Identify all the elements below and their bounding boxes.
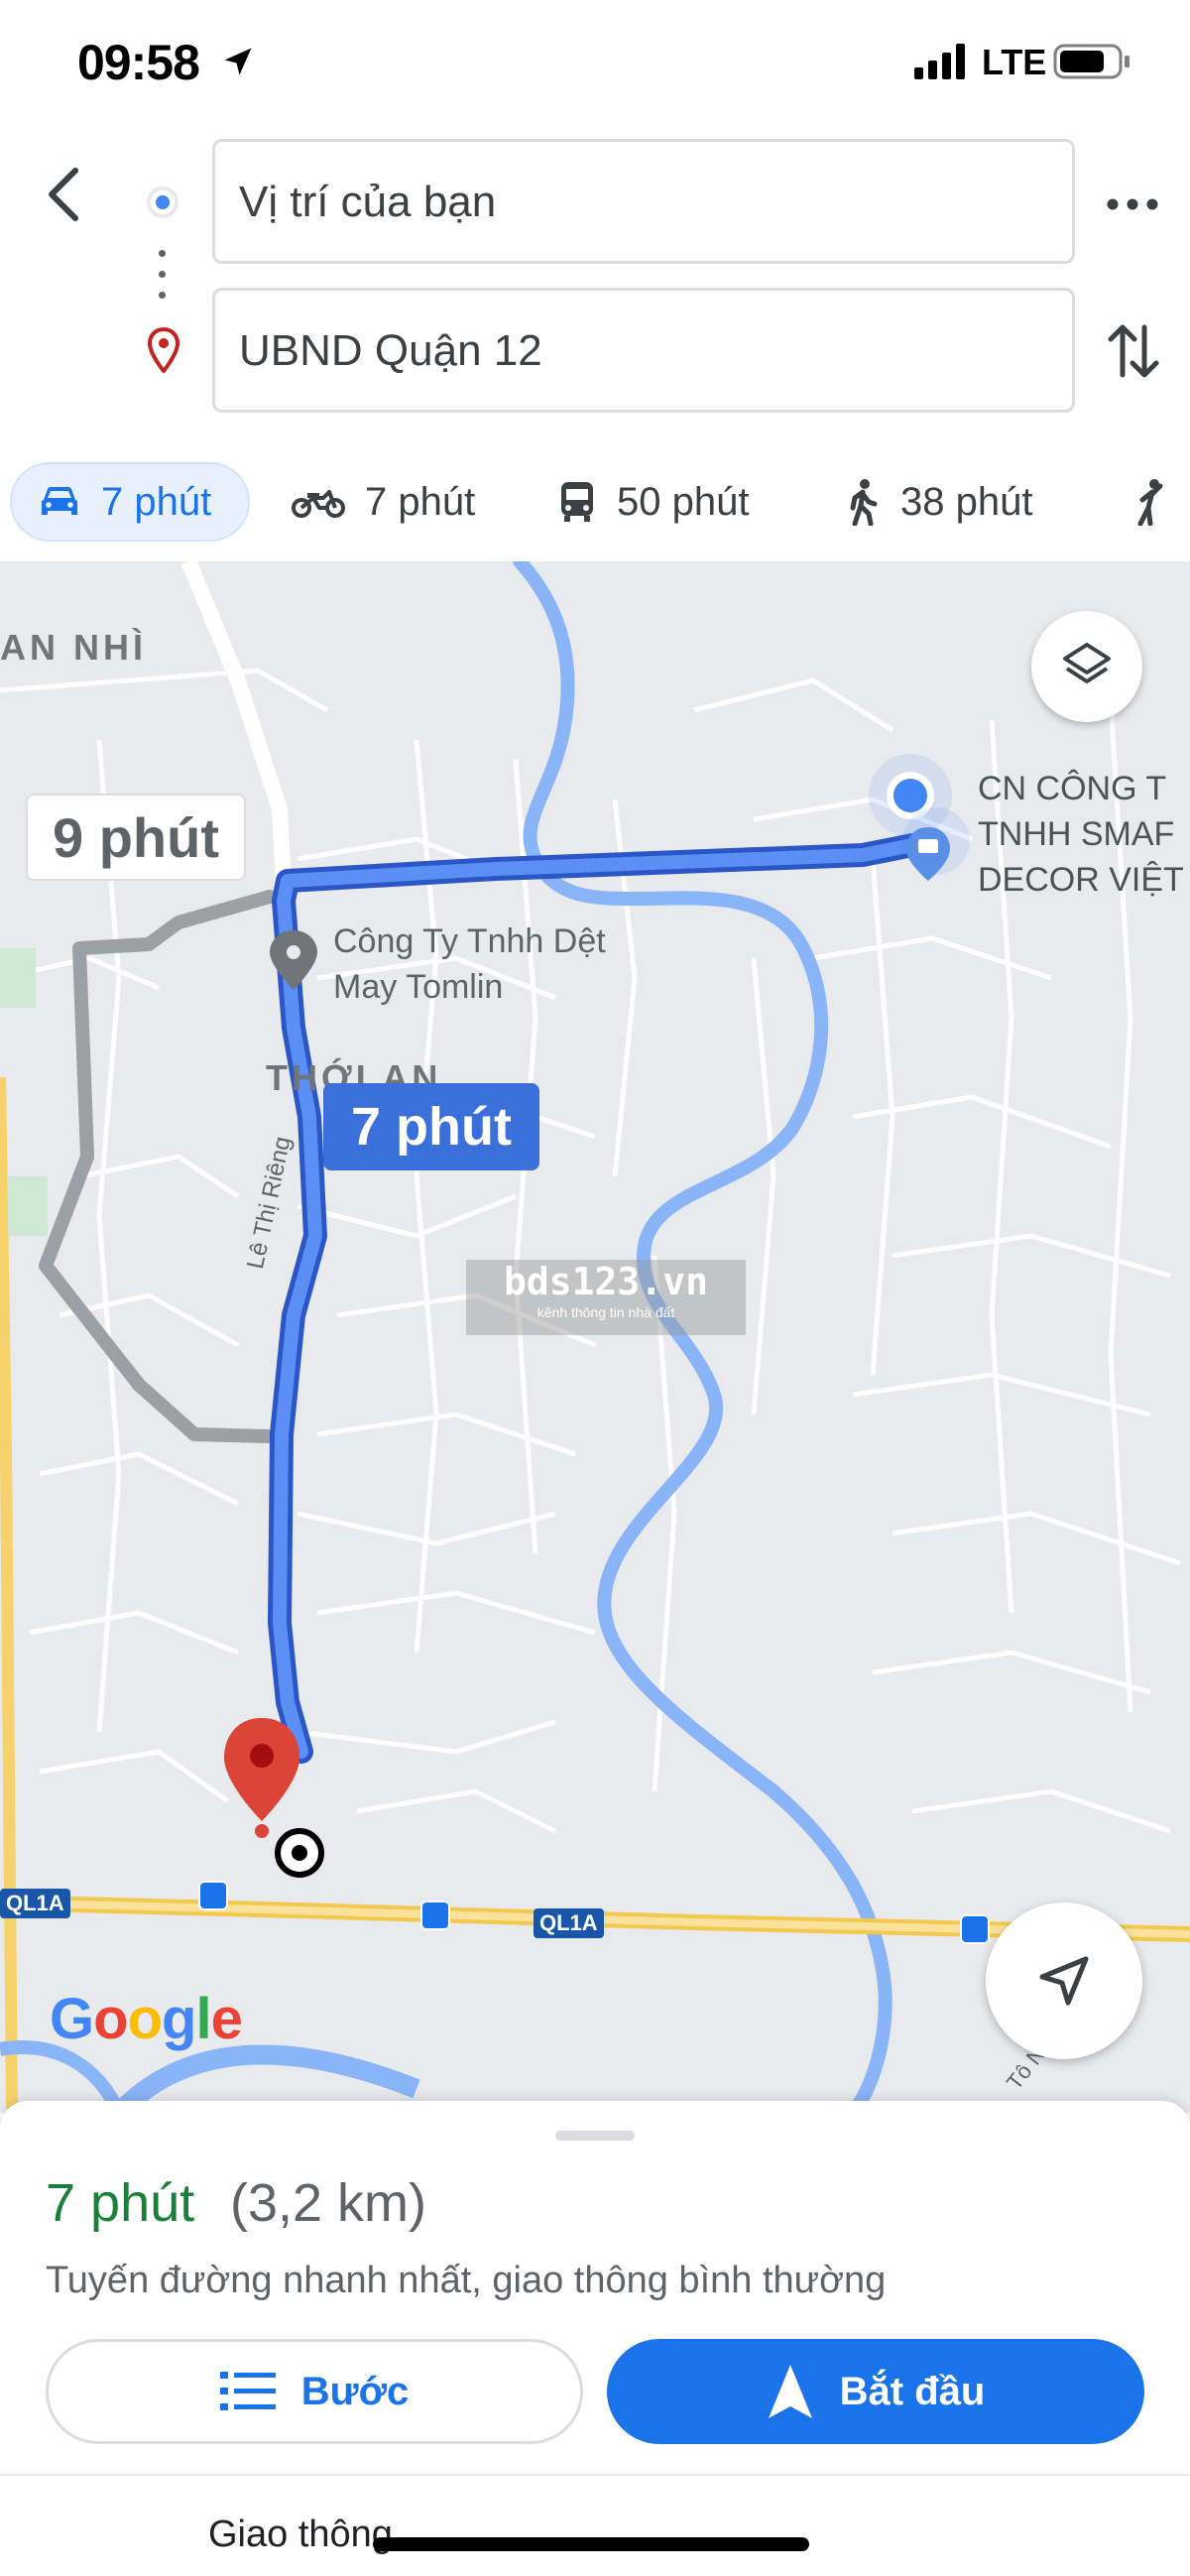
watermark: bds123.vn kênh thông tin nhà đất bbox=[466, 1260, 746, 1335]
carrier-label: LTE bbox=[982, 42, 1047, 82]
traffic-section-label: Giao thông bbox=[208, 2514, 393, 2555]
person-icon bbox=[1137, 479, 1163, 526]
steps-button-label: Bước bbox=[300, 2369, 410, 2413]
back-button[interactable] bbox=[36, 159, 95, 230]
map-layers-button[interactable] bbox=[1031, 611, 1142, 722]
sheet-drag-handle[interactable] bbox=[555, 2131, 635, 2141]
destination-field[interactable]: UBND Quận 12 bbox=[212, 288, 1075, 413]
signal-icon bbox=[914, 44, 965, 79]
list-icon bbox=[219, 2372, 276, 2410]
google-logo-letter: o bbox=[127, 1987, 163, 2051]
steps-button[interactable]: Bước bbox=[46, 2339, 583, 2444]
navigation-arrow-icon bbox=[1039, 1956, 1089, 2006]
tab-walk-label: 38 phút bbox=[900, 479, 1033, 524]
route-bottom-sheet[interactable]: 7 phút (3,2 km) Tuyến đường nhanh nhất, … bbox=[0, 2101, 1190, 2576]
google-logo-letter: o bbox=[93, 1987, 128, 2051]
route-connector-icon bbox=[159, 250, 167, 302]
origin-field-value: Vị trí của bạn bbox=[239, 178, 497, 226]
swap-icon[interactable] bbox=[1105, 315, 1162, 387]
tab-car[interactable]: 7 phút bbox=[10, 462, 250, 542]
sheet-divider bbox=[0, 2474, 1190, 2476]
eta-time: 7 phút bbox=[46, 2173, 195, 2233]
layers-icon bbox=[1063, 643, 1111, 683]
more-options-icon[interactable] bbox=[1101, 175, 1164, 234]
shopping-pin-icon bbox=[902, 807, 970, 881]
bus-stop-icon[interactable] bbox=[198, 1881, 228, 1910]
area-label-an-nhi: AN NHÌ bbox=[0, 627, 147, 668]
google-logo: Google bbox=[50, 1986, 243, 2052]
watermark-sub: kênh thông tin nhà đất bbox=[536, 1304, 675, 1320]
map-view[interactable]: AN NHÌ THỚI AN 9 phút 7 phút Công Ty Tnh… bbox=[0, 561, 1190, 2113]
google-logo-letter: l bbox=[195, 1987, 211, 2051]
start-navigation-button[interactable]: Bắt đầu bbox=[607, 2339, 1144, 2444]
motorbike-icon bbox=[292, 490, 345, 518]
destination-field-value: UBND Quận 12 bbox=[239, 326, 542, 375]
highway-badge: QL1A bbox=[534, 1908, 604, 1938]
watermark-main: bds123.vn bbox=[504, 1260, 708, 1303]
selected-route-time-label[interactable]: 7 phút bbox=[323, 1083, 539, 1170]
location-arrow-icon bbox=[224, 48, 252, 75]
bus-stop-icon[interactable] bbox=[960, 1914, 990, 1944]
navigation-icon bbox=[768, 2365, 812, 2418]
tab-more-modes[interactable] bbox=[1130, 462, 1190, 542]
tab-transit[interactable]: 50 phút bbox=[557, 462, 749, 542]
origin-dot-icon bbox=[147, 186, 178, 218]
poi-label-smart-decor[interactable]: CN CÔNG T TNHH SMAF DECOR VIỆT bbox=[978, 766, 1184, 903]
poi-label-tomlin[interactable]: Công Ty Tnhh Dệt May Tomlin bbox=[333, 919, 606, 1010]
route-description: Tuyến đường nhanh nhất, giao thông bình … bbox=[46, 2260, 887, 2301]
home-indicator[interactable] bbox=[373, 2537, 809, 2551]
battery-icon bbox=[1053, 44, 1130, 79]
tab-transit-label: 50 phút bbox=[617, 479, 750, 524]
origin-field[interactable]: Vị trí của bạn bbox=[212, 139, 1075, 264]
poi-tomlin-line-1: Công Ty Tnhh Dệt bbox=[333, 922, 606, 960]
tab-car-label: 7 phút bbox=[101, 479, 212, 524]
destination-pin-icon bbox=[147, 327, 180, 373]
poi-smart-line-3: DECOR VIỆT bbox=[978, 861, 1184, 899]
poi-smart-line-1: CN CÔNG T bbox=[978, 770, 1167, 807]
poi-smart-line-2: TNHH SMAF bbox=[978, 815, 1175, 853]
alt-route-time-label[interactable]: 9 phút bbox=[26, 794, 246, 881]
google-logo-letter: e bbox=[210, 1987, 243, 2051]
bus-stop-icon[interactable] bbox=[420, 1901, 450, 1930]
google-logo-letter: G bbox=[50, 1987, 94, 2051]
eta-distance: (3,2 km) bbox=[230, 2173, 427, 2233]
google-logo-letter: g bbox=[162, 1987, 196, 2051]
car-icon bbox=[42, 487, 77, 515]
tab-motorbike-label: 7 phút bbox=[365, 479, 476, 524]
start-button-label: Bắt đầu bbox=[839, 2369, 986, 2413]
tab-motorbike[interactable]: 7 phút bbox=[292, 462, 475, 542]
walk-icon bbox=[850, 479, 878, 526]
highway-badge: QL1A bbox=[0, 1889, 70, 1918]
bus-icon bbox=[561, 482, 593, 522]
status-time: 09:58 bbox=[77, 35, 200, 90]
tab-walk[interactable]: 38 phút bbox=[845, 462, 1032, 542]
travel-mode-tabs: 7 phút 7 phút 50 phút 38 phút bbox=[0, 452, 1190, 552]
status-bar: 09:58 LTE bbox=[0, 0, 1190, 129]
recenter-button[interactable] bbox=[986, 1902, 1142, 2059]
poi-tomlin-line-2: May Tomlin bbox=[333, 968, 504, 1006]
